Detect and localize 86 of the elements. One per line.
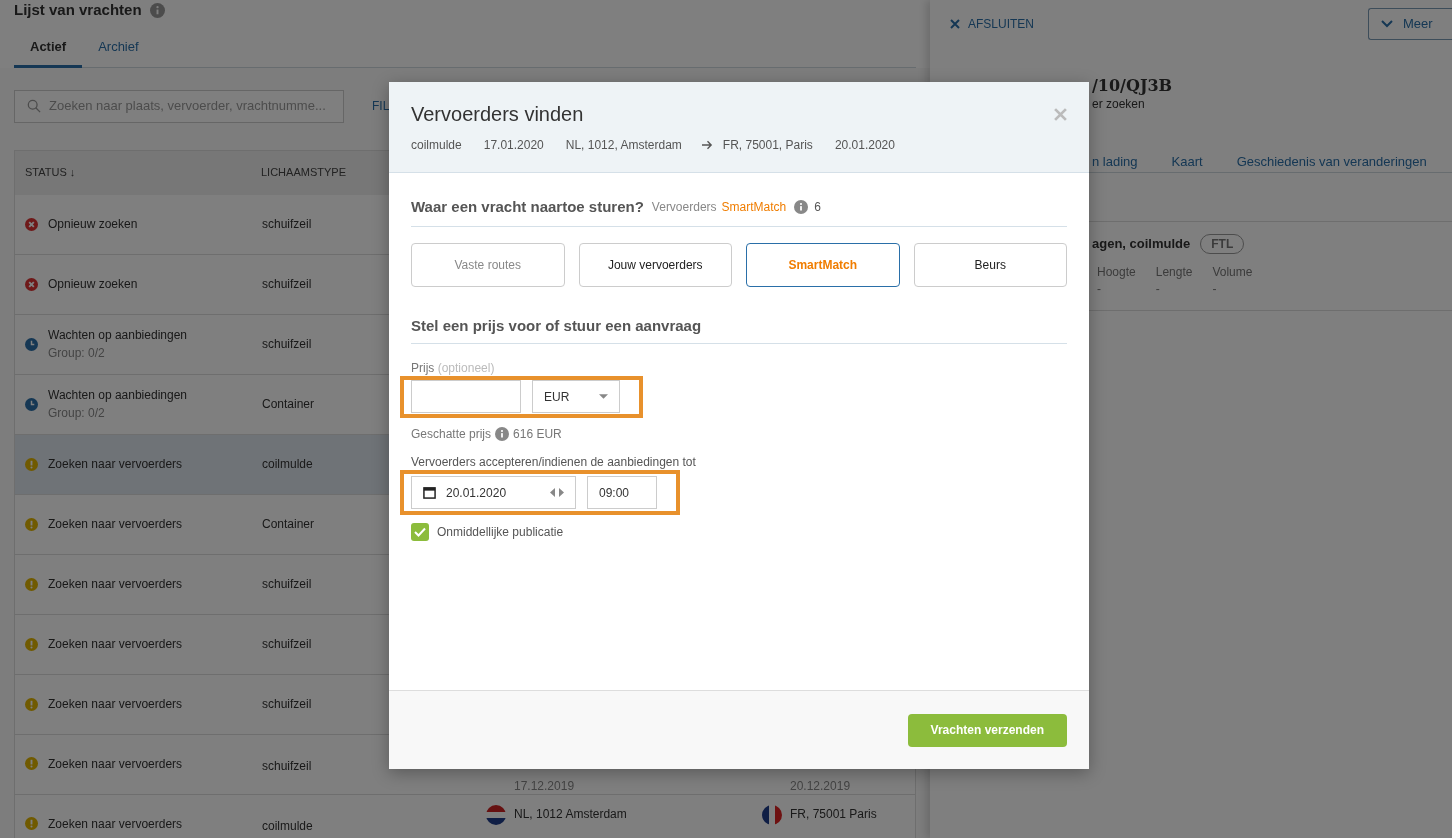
table-cell: schuifzeil xyxy=(262,758,312,773)
status-text: Opnieuw zoeken xyxy=(48,216,138,233)
section-heading: Stel een prijs voor of stuur een aanvraag xyxy=(411,314,1067,344)
option-button[interactable]: Beurs xyxy=(913,242,1067,287)
estimate-label: Geschatte prijs xyxy=(411,426,492,443)
more-button[interactable]: Meer xyxy=(1368,8,1452,40)
location-text: FR, 75001 Paris xyxy=(790,805,877,823)
option-button[interactable]: SmartMatch xyxy=(746,242,900,287)
submit-button[interactable]: Vrachten verzenden xyxy=(907,713,1067,747)
summary-text: FR, 75001, Paris xyxy=(722,137,813,154)
checkbox[interactable] xyxy=(411,523,429,541)
freight-status: er zoeken xyxy=(1092,96,1146,112)
tab[interactable]: n lading xyxy=(1092,152,1138,172)
table-cell: schuifzeil xyxy=(262,577,312,591)
close-icon[interactable] xyxy=(1054,108,1067,121)
time-field[interactable]: 09:00 xyxy=(587,476,657,509)
summary-text: 20.01.2020 xyxy=(834,137,895,154)
flag-icon xyxy=(486,804,506,825)
table-cell: Container xyxy=(262,517,315,531)
table-cell: schuifzeil xyxy=(262,697,312,711)
currency-dropdown[interactable]: EUR xyxy=(532,380,620,413)
dialog-title: Vervoerders vinden xyxy=(411,102,584,126)
status-text: Wachten op aanbiedingen xyxy=(48,327,187,344)
table-cell: schuifzeil xyxy=(262,337,312,351)
close-icon xyxy=(950,19,960,29)
flag-icon xyxy=(762,804,782,825)
status-text: Zoeken naar vervoerders xyxy=(48,576,183,593)
table-cell: Container xyxy=(262,397,315,411)
filter-link[interactable]: FIL xyxy=(372,97,390,115)
info-icon xyxy=(149,3,165,18)
tab[interactable]: Kaart xyxy=(1171,152,1203,172)
estimate-value: 616 EUR xyxy=(513,426,562,443)
status-text: Zoeken naar vervoerders xyxy=(48,516,183,533)
summary-text: 17.01.2020 xyxy=(483,137,544,154)
option-button[interactable]: Jouw vervoerders xyxy=(578,242,732,287)
column-header[interactable]: STATUS ↓ xyxy=(15,164,251,181)
info-icon xyxy=(794,200,809,215)
dimension-value: - xyxy=(1212,281,1218,298)
status-text: Opnieuw zoeken xyxy=(48,276,138,293)
search-icon xyxy=(27,99,41,113)
date-text: 17.12.2019 xyxy=(514,777,575,795)
freight-number: /10/QJ3B xyxy=(1092,76,1174,96)
dimension-value: - xyxy=(1155,281,1161,298)
tab[interactable]: Actief xyxy=(14,37,83,68)
status-text: Zoeken naar vervoerders xyxy=(48,755,183,773)
dimension-value: - xyxy=(1097,281,1102,298)
group-count: Group: 0/2 xyxy=(48,345,106,362)
price-label: Prijs xyxy=(411,361,435,375)
date-text: 20.12.2019 xyxy=(790,777,851,795)
tab[interactable]: Archief xyxy=(82,37,155,68)
stepper-arrows-icon[interactable] xyxy=(550,488,564,497)
page-title: Lijst van vrachten xyxy=(14,0,142,21)
tab[interactable]: Geschiedenis van veranderingen xyxy=(1236,152,1427,172)
info-icon xyxy=(495,427,510,441)
vehicle-type: agen, coilmulde xyxy=(1092,235,1191,254)
deadline-label: Vervoerders accepteren/indienen de aanbiedingen tot xyxy=(411,455,697,469)
price-hint: (optioneel) xyxy=(437,361,495,375)
carriers-source: SmartMatch xyxy=(721,199,787,217)
summary-text: NL, 1012, Amsterdam xyxy=(565,137,682,154)
table-cell: schuifzeil xyxy=(262,637,312,651)
status-text: Zoeken naar vervoerders xyxy=(48,636,183,653)
calendar-icon xyxy=(423,486,436,499)
table-cell: coilmulde xyxy=(262,818,313,833)
summary-text: coilmulde xyxy=(411,137,462,154)
status-text: Wachten op aanbiedingen xyxy=(48,387,187,404)
caret-icon xyxy=(599,394,608,399)
chevron-down-icon xyxy=(1381,20,1393,28)
dimension-label: Hoogte xyxy=(1097,264,1136,281)
dimension-label: Lengte xyxy=(1155,264,1193,281)
carriers-count: 6 xyxy=(814,199,821,217)
dimension-label: Volume xyxy=(1212,264,1253,281)
location-text: NL, 1012 Amsterdam xyxy=(514,805,627,823)
status-text: Zoeken naar vervoerders xyxy=(48,456,183,473)
group-count: Group: 0/2 xyxy=(48,405,106,422)
price-field[interactable] xyxy=(411,380,521,413)
close-link[interactable]: AFSLUITEN xyxy=(950,15,1034,33)
table-cell: schuifzeil xyxy=(262,217,312,231)
table-cell: schuifzeil xyxy=(262,277,312,291)
status-text: Zoeken naar vervoerders xyxy=(48,815,183,833)
date-field[interactable]: 20.01.2020 xyxy=(411,476,576,509)
table-cell: coilmulde xyxy=(262,457,313,471)
section-heading: Waar een vracht naartoe sturen? xyxy=(411,197,644,217)
checkbox-label: Onmiddellijke publicatie xyxy=(437,524,564,541)
status-text: Zoeken naar vervoerders xyxy=(48,696,183,713)
arrow-right-icon xyxy=(701,140,713,150)
carriers-label: Vervoerders xyxy=(651,199,717,217)
